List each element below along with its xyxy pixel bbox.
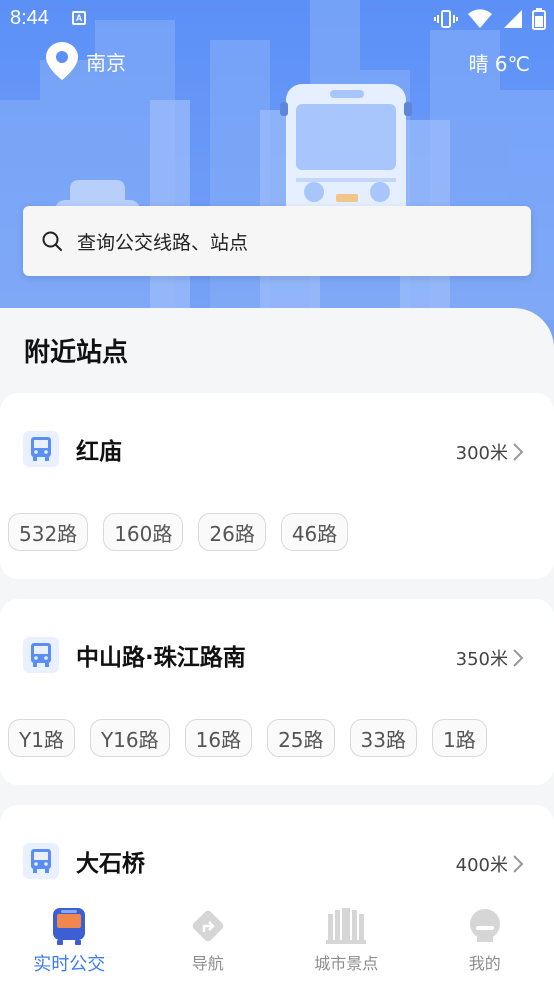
route-tag[interactable]: 33路 [349,719,417,757]
stop-card[interactable]: 红庙 300米 532路 160路 26路 46路 [0,393,554,579]
search-icon [42,231,62,251]
notification-app-icon: A [72,11,86,25]
stop-card[interactable]: 中山路·珠江路南 350米 Y1路 Y16路 16路 25路 33路 1路 [0,599,554,785]
stop-header: 红庙 [23,431,122,467]
city-name: 南京 [86,50,126,75]
nav-label: 城市景点 [314,954,379,973]
route-tag[interactable]: 25路 [267,719,335,757]
weather-info: 晴 6℃ [468,52,530,76]
route-list: Y1路 Y16路 16路 25路 33路 1路 [8,719,487,757]
chevron-right-icon [513,855,524,873]
wifi-icon [468,9,492,28]
bottom-nav: 实时公交 导航 城市景点 我的 [0,900,554,984]
stop-name: 中山路·珠江路南 [76,645,246,671]
bus-stop-icon [23,637,59,673]
bus-stop-icon [23,431,59,467]
distance-text: 300米 [455,443,508,464]
location-pin-icon [46,42,78,80]
nav-profile[interactable]: 我的 [416,900,554,984]
navigation-icon [192,910,224,942]
bus-stop-icon [23,843,59,879]
distance-text: 400米 [455,855,508,876]
nav-realtime-bus[interactable]: 实时公交 [0,900,139,984]
signal-icon [504,10,522,28]
stop-name: 红庙 [76,439,122,465]
stop-distance: 300米 [456,439,524,465]
landmark-icon [326,908,367,944]
route-tag[interactable]: 1路 [431,719,487,757]
battery-icon [532,8,546,30]
profile-icon [469,909,500,942]
hero-banner: 8:44 A 南京 晴 6℃ [0,0,554,360]
route-tag[interactable]: Y16路 [89,719,170,757]
stop-distance: 400米 [456,851,524,877]
nav-navigation[interactable]: 导航 [139,900,278,984]
search-placeholder: 查询公交线路、站点 [77,231,249,254]
section-title: 附近站点 [24,338,129,368]
location-selector[interactable]: 南京 [46,42,126,80]
chevron-right-icon [513,649,524,667]
nav-label: 实时公交 [33,954,106,975]
vibrate-icon [434,10,458,28]
route-tag[interactable]: 46路 [280,513,349,551]
search-input[interactable]: 查询公交线路、站点 [23,206,531,276]
nearby-stops-panel: 附近站点 红庙 300米 532路 160路 26路 46路 中山路·珠江路南 [0,308,554,984]
route-tag[interactable]: 26路 [198,513,266,551]
nav-label: 导航 [191,954,224,973]
stop-header: 大石桥 [23,843,145,879]
distance-text: 350米 [455,649,508,670]
route-tag[interactable]: 16路 [184,719,253,757]
chevron-right-icon [513,443,524,461]
stop-distance: 350米 [456,645,524,671]
route-list: 532路 160路 26路 46路 [8,513,349,551]
route-tag[interactable]: 160路 [103,513,184,551]
route-tag[interactable]: Y1路 [8,719,75,757]
nav-label: 我的 [468,954,501,973]
status-icons [434,8,546,30]
status-time: 8:44 [10,7,49,29]
status-bar: 8:44 A [0,0,554,38]
stop-name: 大石桥 [76,851,145,877]
bus-icon [53,908,86,945]
stop-header: 中山路·珠江路南 [23,637,246,673]
nav-city-attractions[interactable]: 城市景点 [277,900,416,984]
route-tag[interactable]: 532路 [8,513,89,551]
